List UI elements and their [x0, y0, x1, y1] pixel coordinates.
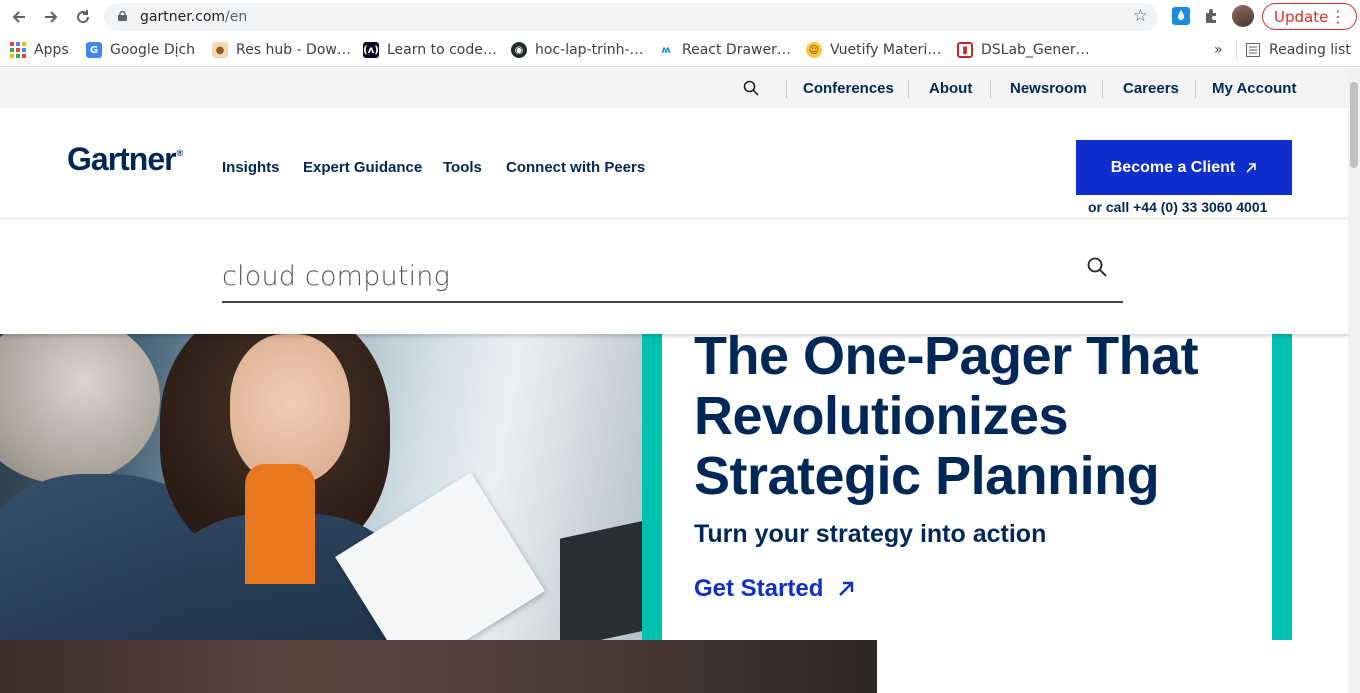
nav-insights[interactable]: Insights — [222, 159, 280, 176]
logo-registered-mark: ® — [176, 148, 184, 159]
bookmark-learn-to-code[interactable]: (ʌ) Learn to code… — [363, 40, 497, 60]
bookmarks-overflow-button[interactable]: » — [1214, 40, 1223, 60]
divider — [908, 80, 909, 98]
bookmark-dslab[interactable]: ▮ DSLab_Gener… — [957, 40, 1090, 60]
divider — [1195, 80, 1196, 98]
back-icon[interactable] — [6, 4, 32, 30]
hero-title-line: Revolutionizes — [694, 386, 1069, 446]
bookmark-hoc-lap-trinh[interactable]: ◉ hoc-lap-trinh-… — [511, 40, 644, 60]
hero-image-person-2-face — [230, 334, 350, 484]
browser-toolbar: gartner.com/en ☆ Update ⋮ — [0, 0, 1360, 34]
search-underline — [222, 301, 1123, 303]
update-label: Update — [1274, 7, 1329, 26]
reading-list-label: Reading list — [1269, 42, 1351, 58]
hero-subtitle: Turn your strategy into action — [694, 520, 1047, 548]
reading-list-button[interactable]: Reading list — [1236, 40, 1351, 60]
bookmark-label: hoc-lap-trinh-… — [535, 42, 644, 58]
get-started-link[interactable]: Get Started — [694, 575, 855, 603]
bookmark-label: Res hub - Dow… — [236, 42, 351, 58]
cta-label: Become a Client — [1110, 158, 1236, 176]
overflow-chevron-icon: » — [1214, 42, 1223, 58]
hero-accent-bar-right — [1272, 334, 1292, 640]
reload-icon[interactable] — [70, 4, 96, 30]
res-hub-icon: ● — [212, 42, 228, 58]
divider — [786, 80, 787, 98]
github-icon: ◉ — [511, 42, 527, 58]
hero-title-line: Strategic Planning — [694, 446, 1160, 506]
bookmark-star-icon[interactable]: ☆ — [1133, 6, 1148, 26]
search-input[interactable]: cloud computing — [222, 261, 450, 292]
page-scrollbar[interactable] — [1348, 68, 1360, 693]
bookmark-apps[interactable]: Apps — [10, 40, 69, 60]
arrow-up-right-icon — [1246, 162, 1257, 173]
utility-link-my-account[interactable]: My Account — [1212, 80, 1296, 97]
extensions-puzzle-icon[interactable] — [1203, 7, 1221, 25]
search-icon[interactable] — [743, 80, 759, 96]
bookmark-label: Learn to code… — [387, 42, 497, 58]
hero-title-line: The One-Pager That — [694, 326, 1199, 386]
google-translate-icon: G — [86, 42, 102, 58]
profile-avatar[interactable] — [1232, 5, 1254, 27]
reading-list-icon — [1246, 43, 1260, 57]
nav-connect-with-peers[interactable]: Connect with Peers — [506, 159, 645, 176]
hero-image-laptop — [560, 519, 642, 640]
hero-image-sweater — [245, 464, 315, 584]
update-button[interactable]: Update ⋮ — [1262, 3, 1357, 30]
divider — [1102, 80, 1103, 98]
hero-content: The One-Pager That Revolutionizes Strate… — [662, 326, 1272, 640]
nav-tools[interactable]: Tools — [443, 159, 482, 176]
bookmarks-bar: Apps G Google Dịch ● Res hub - Dow… (ʌ) … — [0, 34, 1360, 67]
logo-text: Gartner — [67, 141, 177, 177]
apps-grid-icon — [10, 42, 26, 58]
utility-nav: Conferences About Newsroom Careers My Ac… — [0, 68, 1348, 108]
site-header: Gartner® Insights Expert Guidance Tools … — [0, 108, 1348, 219]
hero-accent-bar — [642, 334, 662, 640]
hero-image-person-1 — [0, 334, 160, 484]
extension-drop-icon[interactable] — [1172, 7, 1190, 25]
bookmark-label: Google Dịch — [110, 42, 196, 58]
utility-link-careers[interactable]: Careers — [1123, 80, 1179, 97]
arrow-up-right-icon — [839, 581, 854, 596]
bookmark-label: Apps — [34, 42, 69, 58]
scrollbar-thumb[interactable] — [1350, 82, 1358, 168]
address-bar[interactable]: gartner.com/en ☆ — [104, 3, 1158, 31]
bookmark-label: Vuetify Materi… — [830, 42, 942, 58]
lock-icon — [118, 11, 127, 21]
divider — [990, 80, 991, 98]
forward-icon[interactable] — [38, 4, 64, 30]
menu-dots-icon: ⋮ — [1330, 7, 1346, 26]
hero-image — [0, 334, 642, 640]
dslab-icon: ▮ — [957, 42, 973, 58]
web-page: Conferences About Newsroom Careers My Ac… — [0, 68, 1348, 693]
gartner-logo[interactable]: Gartner® — [67, 141, 184, 178]
nav-expert-guidance[interactable]: Expert Guidance — [303, 159, 422, 176]
search-panel: cloud computing — [0, 219, 1348, 334]
bookmark-vuetify[interactable]: ☺ Vuetify Materi… — [806, 40, 941, 60]
phone-contact[interactable]: or call +44 (0) 33 3060 4001 — [1088, 199, 1267, 215]
utility-link-conferences[interactable]: Conferences — [803, 80, 894, 97]
bookmark-label: React Drawer… — [682, 42, 791, 58]
become-a-client-button[interactable]: Become a Client — [1076, 140, 1292, 195]
hero-title: The One-Pager That Revolutionizes Strate… — [694, 326, 1274, 506]
mui-icon: ʍ — [658, 42, 674, 58]
emoji-icon: ☺ — [806, 42, 822, 58]
search-submit-icon[interactable] — [1087, 257, 1107, 277]
bookmark-res-hub[interactable]: ● Res hub - Dow… — [212, 40, 351, 60]
freecodecamp-icon: (ʌ) — [363, 42, 379, 58]
hero-image-table — [0, 640, 877, 693]
get-started-label: Get Started — [694, 575, 824, 602]
utility-link-newsroom[interactable]: Newsroom — [1010, 80, 1087, 97]
bookmark-react-drawer[interactable]: ʍ React Drawer… — [658, 40, 791, 60]
url-text: gartner.com/en — [140, 9, 248, 25]
bookmark-google-dich[interactable]: G Google Dịch — [86, 40, 195, 60]
bookmark-label: DSLab_Gener… — [981, 42, 1090, 58]
utility-link-about[interactable]: About — [929, 80, 972, 97]
